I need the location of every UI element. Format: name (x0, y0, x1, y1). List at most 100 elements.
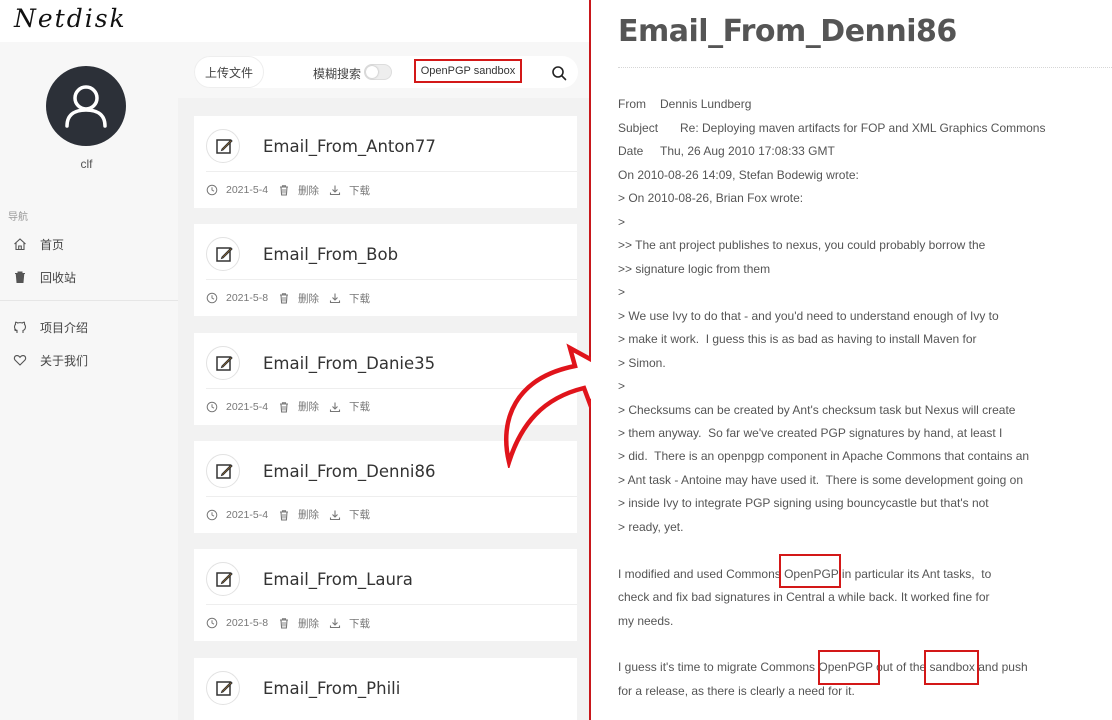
download-button[interactable]: 下载 (349, 616, 370, 631)
download-button[interactable]: 下载 (349, 291, 370, 306)
email-title: Email_From_Denni86 (618, 14, 957, 49)
app-logo[interactable]: Netdisk (14, 4, 127, 33)
sidebar-item-project-intro[interactable]: 项目介绍 (0, 315, 178, 339)
subject-label: Subject (618, 121, 659, 135)
sidebar-item-label: 项目介绍 (40, 320, 89, 335)
edit-icon[interactable] (206, 237, 240, 272)
card-divider (206, 495, 577, 497)
card-divider (206, 604, 577, 606)
file-meta: 2021-5-4 删除 下载 (206, 507, 380, 523)
file-meta: 2021-5-8 删除 下载 (206, 290, 380, 306)
file-meta: 2021-5-8 删除 下载 (206, 615, 380, 631)
file-meta: 2021-5-4 删除 下载 (206, 182, 380, 198)
title-divider (618, 67, 1112, 68)
email-body-line: my needs. (618, 613, 674, 628)
delete-button[interactable]: 删除 (298, 183, 319, 198)
avatar[interactable] (46, 66, 126, 146)
trash-icon[interactable] (278, 617, 290, 629)
trash-icon (15, 271, 25, 283)
sidebar-item-about-us[interactable]: 关于我们 (0, 348, 178, 372)
heart-icon (13, 355, 27, 366)
file-card[interactable]: Email_From_Laura 2021-5-8 删除 下载 (194, 549, 577, 642)
sidebar-item-recycle-bin[interactable]: 回收站 (0, 265, 178, 289)
download-button[interactable]: 下载 (349, 399, 370, 414)
download-icon[interactable] (329, 292, 341, 304)
highlight-openpgp-1 (779, 554, 841, 588)
email-body-line: > inside Ivy to integrate PGP signing us… (618, 496, 989, 511)
file-name[interactable]: Email_From_Bob (263, 245, 398, 264)
clock-icon (206, 292, 218, 304)
delete-button[interactable]: 删除 (298, 399, 319, 414)
trash-icon[interactable] (278, 401, 290, 413)
nav-divider (0, 300, 178, 301)
download-icon[interactable] (329, 401, 341, 413)
sidebar-item-label: 关于我们 (40, 353, 89, 368)
download-button[interactable]: 下载 (349, 183, 370, 198)
top-bar: Netdisk (0, 0, 590, 42)
search-icon[interactable] (551, 65, 567, 81)
email-date-row: Date Thu, 26 Aug 2010 17:08:33 GMT (618, 144, 835, 158)
email-body-line: > did. There is an openpgp component in … (618, 449, 1030, 464)
trash-icon[interactable] (278, 292, 290, 304)
email-body-line: > (618, 379, 626, 394)
file-date: 2021-5-8 (226, 292, 269, 305)
email-body-line: for a release, as there is clearly a nee… (618, 683, 855, 698)
file-name[interactable]: Email_From_Phili (263, 679, 400, 698)
edit-icon[interactable] (206, 453, 240, 488)
sidebar-item-label: 首页 (40, 237, 65, 252)
download-icon[interactable] (329, 617, 341, 629)
email-viewer: Email_From_Denni86 From Dennis Lundberg S… (591, 0, 1112, 720)
sidebar: clf 导航 首页 回收站 项目介绍 关于我们 (0, 42, 178, 720)
email-body-line: On 2010-08-26 14:09, Stefan Bodewig wrot… (618, 168, 859, 182)
toolbar: 上传文件 模糊搜索 (194, 56, 578, 88)
file-date: 2021-5-4 (226, 508, 269, 521)
download-icon[interactable] (329, 184, 341, 196)
highlight-openpgp-2 (818, 650, 880, 685)
file-meta: 2021-5-4 删除 下载 (206, 399, 380, 415)
email-body-line: > (618, 285, 626, 300)
download-icon[interactable] (329, 509, 341, 521)
username: clf (80, 157, 93, 171)
card-divider (206, 279, 577, 281)
date-label: Date (618, 144, 644, 158)
edit-icon[interactable] (206, 129, 240, 163)
from-label: From (618, 97, 646, 111)
email-body-line: > We use Ivy to do that - and you'd need… (618, 308, 999, 323)
delete-button[interactable]: 删除 (298, 291, 319, 306)
file-name[interactable]: Email_From_Denni86 (263, 462, 436, 481)
edit-icon[interactable] (206, 562, 240, 597)
file-card[interactable]: Email_From_Anton77 2021-5-4 删除 下载 (194, 116, 577, 208)
card-divider (206, 171, 577, 172)
clock-icon (206, 184, 218, 196)
file-name[interactable]: Email_From_Laura (263, 570, 413, 589)
github-icon (13, 321, 27, 333)
sidebar-item-home[interactable]: 首页 (0, 232, 178, 256)
email-body-line: > ready, yet. (618, 519, 684, 534)
email-from-row: From Dennis Lundberg (618, 97, 751, 111)
nav-heading: 导航 (8, 212, 28, 223)
home-icon (14, 238, 26, 251)
trash-icon[interactable] (278, 184, 290, 196)
trash-icon[interactable] (278, 509, 290, 521)
edit-icon[interactable] (206, 670, 240, 705)
delete-button[interactable]: 删除 (298, 616, 319, 631)
email-body-line: > them anyway. So far we've created PGP … (618, 425, 1003, 440)
file-date: 2021-5-4 (226, 400, 269, 413)
file-card[interactable]: Email_From_Bob 2021-5-8 删除 下载 (194, 224, 577, 317)
fuzzy-search-toggle[interactable] (364, 64, 392, 80)
from-value: Dennis Lundberg (660, 97, 752, 111)
email-body-line: > make it work. I guess this is as bad a… (618, 332, 977, 347)
search-input[interactable] (414, 59, 522, 83)
user-icon (65, 85, 107, 128)
delete-button[interactable]: 删除 (298, 507, 319, 522)
upload-file-button[interactable]: 上传文件 (194, 56, 264, 88)
edit-icon[interactable] (206, 345, 240, 380)
email-body-line: check and fix bad signatures in Central … (618, 590, 990, 605)
email-body-line: > On 2010-08-26, Brian Fox wrote: (618, 191, 804, 206)
highlight-sandbox (924, 650, 979, 685)
file-name[interactable]: Email_From_Danie35 (263, 354, 435, 373)
file-card[interactable]: Email_From_Phili (194, 657, 577, 720)
download-button[interactable]: 下载 (349, 507, 370, 522)
fuzzy-search-label: 模糊搜索 (313, 67, 362, 81)
file-name[interactable]: Email_From_Anton77 (263, 137, 436, 156)
